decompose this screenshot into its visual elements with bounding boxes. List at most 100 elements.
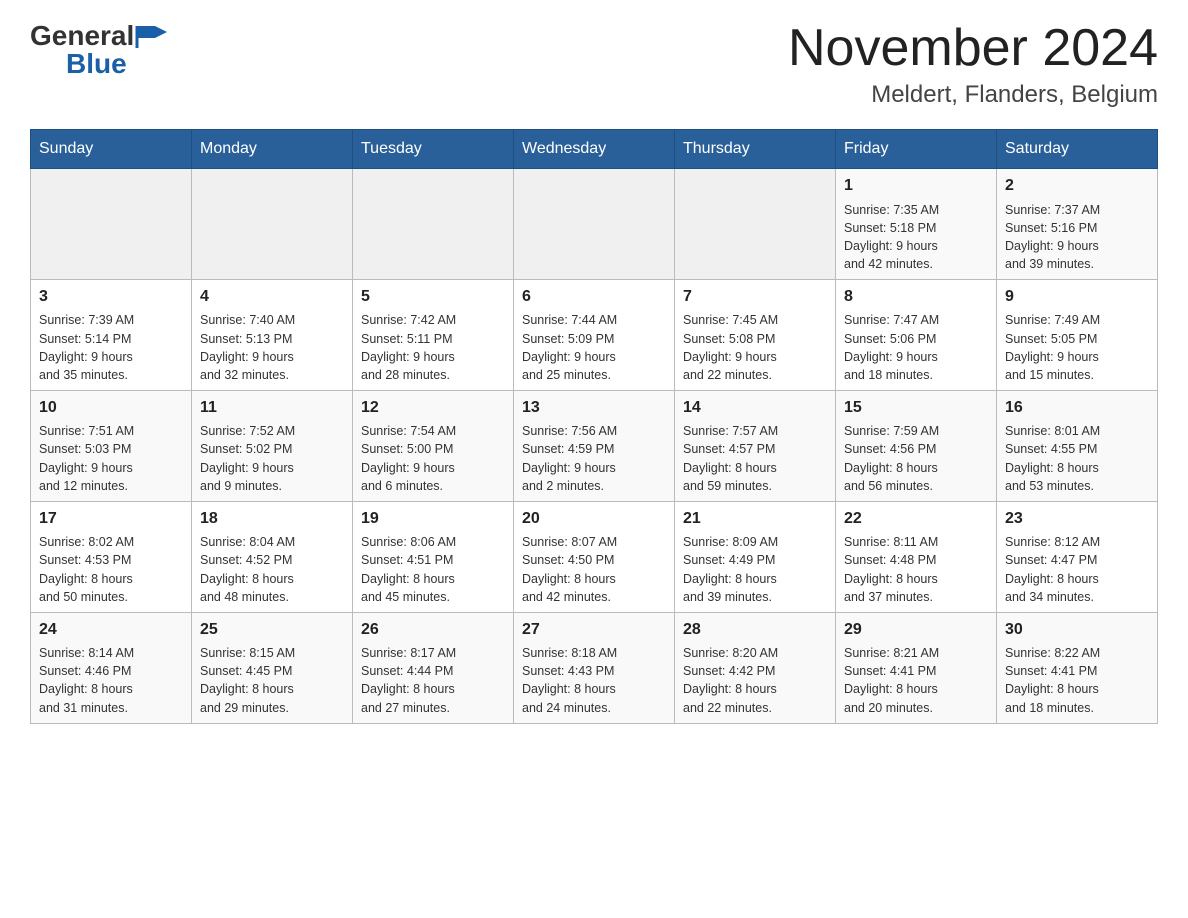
day-info: Sunrise: 7:56 AM Sunset: 4:59 PM Dayligh… bbox=[522, 422, 666, 495]
day-info: Sunrise: 8:12 AM Sunset: 4:47 PM Dayligh… bbox=[1005, 533, 1149, 606]
day-number: 15 bbox=[844, 397, 988, 419]
day-number: 2 bbox=[1005, 175, 1149, 197]
day-number: 24 bbox=[39, 619, 183, 641]
day-info: Sunrise: 7:57 AM Sunset: 4:57 PM Dayligh… bbox=[683, 422, 827, 495]
logo-flag-icon bbox=[135, 22, 169, 50]
day-info: Sunrise: 7:42 AM Sunset: 5:11 PM Dayligh… bbox=[361, 311, 505, 384]
day-number: 1 bbox=[844, 175, 988, 197]
day-number: 26 bbox=[361, 619, 505, 641]
day-info: Sunrise: 8:20 AM Sunset: 4:42 PM Dayligh… bbox=[683, 644, 827, 717]
day-info: Sunrise: 7:59 AM Sunset: 4:56 PM Dayligh… bbox=[844, 422, 988, 495]
day-number: 9 bbox=[1005, 286, 1149, 308]
day-header-monday: Monday bbox=[192, 130, 353, 169]
calendar-cell: 5 Sunrise: 7:42 AM Sunset: 5:11 PM Daylig… bbox=[353, 280, 514, 391]
calendar-week-1: 1 Sunrise: 7:35 AM Sunset: 5:18 PM Daylig… bbox=[31, 169, 1158, 280]
day-info: Sunrise: 8:18 AM Sunset: 4:43 PM Dayligh… bbox=[522, 644, 666, 717]
day-info: Sunrise: 8:04 AM Sunset: 4:52 PM Dayligh… bbox=[200, 533, 344, 606]
day-number: 8 bbox=[844, 286, 988, 308]
calendar-cell: 1 Sunrise: 7:35 AM Sunset: 5:18 PM Daylig… bbox=[836, 169, 997, 280]
day-number: 29 bbox=[844, 619, 988, 641]
calendar-cell: 11 Sunrise: 7:52 AM Sunset: 5:02 PM Dayli… bbox=[192, 390, 353, 501]
calendar-cell: 12 Sunrise: 7:54 AM Sunset: 5:00 PM Dayli… bbox=[353, 390, 514, 501]
day-header-friday: Friday bbox=[836, 130, 997, 169]
day-number: 17 bbox=[39, 508, 183, 530]
calendar-header: SundayMondayTuesdayWednesdayThursdayFrid… bbox=[31, 130, 1158, 169]
day-number: 19 bbox=[361, 508, 505, 530]
day-info: Sunrise: 7:54 AM Sunset: 5:00 PM Dayligh… bbox=[361, 422, 505, 495]
day-header-saturday: Saturday bbox=[997, 130, 1158, 169]
day-number: 22 bbox=[844, 508, 988, 530]
day-number: 4 bbox=[200, 286, 344, 308]
calendar-week-4: 17 Sunrise: 8:02 AM Sunset: 4:53 PM Dayli… bbox=[31, 501, 1158, 612]
day-number: 30 bbox=[1005, 619, 1149, 641]
calendar-cell: 14 Sunrise: 7:57 AM Sunset: 4:57 PM Dayli… bbox=[675, 390, 836, 501]
day-number: 20 bbox=[522, 508, 666, 530]
day-info: Sunrise: 8:11 AM Sunset: 4:48 PM Dayligh… bbox=[844, 533, 988, 606]
calendar-cell: 9 Sunrise: 7:49 AM Sunset: 5:05 PM Daylig… bbox=[997, 280, 1158, 391]
month-year-title: November 2024 bbox=[788, 20, 1158, 77]
day-number: 23 bbox=[1005, 508, 1149, 530]
day-info: Sunrise: 7:35 AM Sunset: 5:18 PM Dayligh… bbox=[844, 201, 988, 274]
calendar-cell: 10 Sunrise: 7:51 AM Sunset: 5:03 PM Dayli… bbox=[31, 390, 192, 501]
calendar-cell: 17 Sunrise: 8:02 AM Sunset: 4:53 PM Dayli… bbox=[31, 501, 192, 612]
day-info: Sunrise: 7:39 AM Sunset: 5:14 PM Dayligh… bbox=[39, 311, 183, 384]
day-info: Sunrise: 8:01 AM Sunset: 4:55 PM Dayligh… bbox=[1005, 422, 1149, 495]
calendar-cell bbox=[514, 169, 675, 280]
calendar-cell: 28 Sunrise: 8:20 AM Sunset: 4:42 PM Dayli… bbox=[675, 612, 836, 723]
day-info: Sunrise: 8:17 AM Sunset: 4:44 PM Dayligh… bbox=[361, 644, 505, 717]
day-info: Sunrise: 7:49 AM Sunset: 5:05 PM Dayligh… bbox=[1005, 311, 1149, 384]
day-info: Sunrise: 7:52 AM Sunset: 5:02 PM Dayligh… bbox=[200, 422, 344, 495]
calendar-cell: 26 Sunrise: 8:17 AM Sunset: 4:44 PM Dayli… bbox=[353, 612, 514, 723]
day-info: Sunrise: 8:21 AM Sunset: 4:41 PM Dayligh… bbox=[844, 644, 988, 717]
day-number: 12 bbox=[361, 397, 505, 419]
day-number: 13 bbox=[522, 397, 666, 419]
calendar-week-5: 24 Sunrise: 8:14 AM Sunset: 4:46 PM Dayli… bbox=[31, 612, 1158, 723]
calendar-cell bbox=[353, 169, 514, 280]
calendar-cell: 27 Sunrise: 8:18 AM Sunset: 4:43 PM Dayli… bbox=[514, 612, 675, 723]
calendar-cell: 25Sunrise: 8:15 AM Sunset: 4:45 PM Dayli… bbox=[192, 612, 353, 723]
calendar-cell: 22 Sunrise: 8:11 AM Sunset: 4:48 PM Dayli… bbox=[836, 501, 997, 612]
day-number: 28 bbox=[683, 619, 827, 641]
day-number: 25 bbox=[200, 619, 344, 641]
calendar-cell: 13 Sunrise: 7:56 AM Sunset: 4:59 PM Dayli… bbox=[514, 390, 675, 501]
day-info: Sunrise: 8:07 AM Sunset: 4:50 PM Dayligh… bbox=[522, 533, 666, 606]
day-info: Sunrise: 7:40 AM Sunset: 5:13 PM Dayligh… bbox=[200, 311, 344, 384]
day-info: Sunrise: 8:06 AM Sunset: 4:51 PM Dayligh… bbox=[361, 533, 505, 606]
day-header-tuesday: Tuesday bbox=[353, 130, 514, 169]
calendar-cell: 20 Sunrise: 8:07 AM Sunset: 4:50 PM Dayli… bbox=[514, 501, 675, 612]
day-number: 7 bbox=[683, 286, 827, 308]
calendar-cell: 30Sunrise: 8:22 AM Sunset: 4:41 PM Dayli… bbox=[997, 612, 1158, 723]
day-info: Sunrise: 8:02 AM Sunset: 4:53 PM Dayligh… bbox=[39, 533, 183, 606]
day-number: 18 bbox=[200, 508, 344, 530]
calendar-cell: 16 Sunrise: 8:01 AM Sunset: 4:55 PM Dayli… bbox=[997, 390, 1158, 501]
calendar-week-2: 3Sunrise: 7:39 AM Sunset: 5:14 PM Daylig… bbox=[31, 280, 1158, 391]
day-number: 10 bbox=[39, 397, 183, 419]
day-number: 16 bbox=[1005, 397, 1149, 419]
calendar-body: 1 Sunrise: 7:35 AM Sunset: 5:18 PM Daylig… bbox=[31, 169, 1158, 723]
day-number: 21 bbox=[683, 508, 827, 530]
calendar-cell bbox=[675, 169, 836, 280]
day-number: 27 bbox=[522, 619, 666, 641]
calendar-cell: 7 Sunrise: 7:45 AM Sunset: 5:08 PM Daylig… bbox=[675, 280, 836, 391]
day-number: 5 bbox=[361, 286, 505, 308]
calendar-cell: 8 Sunrise: 7:47 AM Sunset: 5:06 PM Daylig… bbox=[836, 280, 997, 391]
logo-blue-text: Blue bbox=[66, 48, 170, 80]
calendar-cell: 6 Sunrise: 7:44 AM Sunset: 5:09 PM Daylig… bbox=[514, 280, 675, 391]
day-header-thursday: Thursday bbox=[675, 130, 836, 169]
logo-area: General Blue bbox=[30, 20, 170, 80]
day-number: 11 bbox=[200, 397, 344, 419]
day-number: 14 bbox=[683, 397, 827, 419]
calendar-week-3: 10 Sunrise: 7:51 AM Sunset: 5:03 PM Dayli… bbox=[31, 390, 1158, 501]
location-subtitle: Meldert, Flanders, Belgium bbox=[788, 81, 1158, 109]
calendar-cell: 24 Sunrise: 8:14 AM Sunset: 4:46 PM Dayli… bbox=[31, 612, 192, 723]
day-info: Sunrise: 7:51 AM Sunset: 5:03 PM Dayligh… bbox=[39, 422, 183, 495]
calendar-table: SundayMondayTuesdayWednesdayThursdayFrid… bbox=[30, 129, 1158, 723]
day-info: Sunrise: 7:45 AM Sunset: 5:08 PM Dayligh… bbox=[683, 311, 827, 384]
calendar-cell bbox=[31, 169, 192, 280]
day-info: Sunrise: 8:14 AM Sunset: 4:46 PM Dayligh… bbox=[39, 644, 183, 717]
day-info: Sunrise: 7:44 AM Sunset: 5:09 PM Dayligh… bbox=[522, 311, 666, 384]
calendar-cell: 19 Sunrise: 8:06 AM Sunset: 4:51 PM Dayli… bbox=[353, 501, 514, 612]
day-info: Sunrise: 7:47 AM Sunset: 5:06 PM Dayligh… bbox=[844, 311, 988, 384]
day-header-wednesday: Wednesday bbox=[514, 130, 675, 169]
day-number: 6 bbox=[522, 286, 666, 308]
